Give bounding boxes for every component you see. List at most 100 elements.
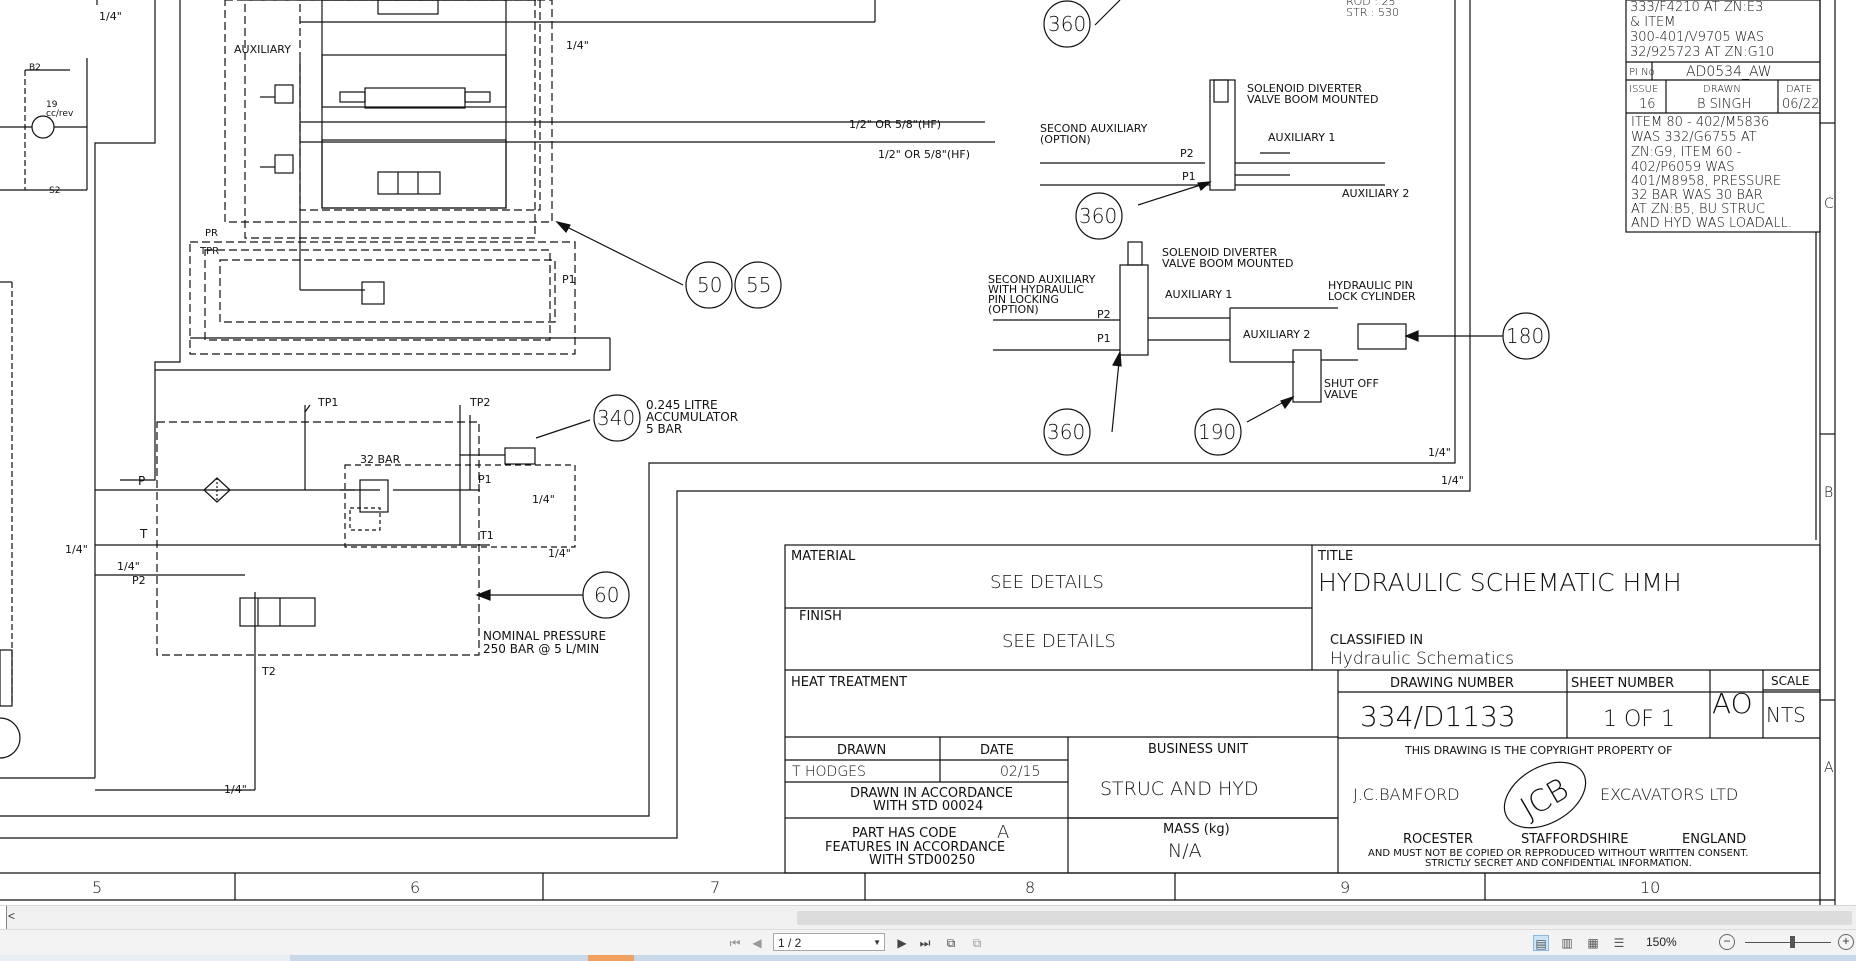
business-unit-label: BUSINESS UNIT	[1148, 742, 1248, 757]
p2-label: P2	[1180, 147, 1194, 160]
rev-body: ZN:G9, ITEM 60 -	[1631, 145, 1742, 160]
sheet-size: AO	[1712, 687, 1753, 720]
issue-value: 16	[1639, 97, 1656, 112]
zoom-level[interactable]: 150%	[1646, 935, 1677, 949]
material-value: SEE DETAILS	[990, 572, 1104, 593]
b2-label: B2	[29, 63, 41, 73]
scroll-edge	[0, 906, 7, 930]
grid-col-5: 5	[92, 878, 102, 897]
zoom-in-icon[interactable]: +	[1838, 934, 1854, 950]
previous-page-icon[interactable]: ◀	[748, 934, 766, 952]
pipe-size-label: 1/4"	[99, 10, 122, 23]
taskbar-item[interactable]	[0, 955, 290, 961]
p1-lower-label: P1	[478, 473, 492, 486]
pi-value: AD0534_AW	[1686, 64, 1772, 80]
balloon-340: 340	[597, 406, 635, 430]
grid-col-6: 6	[410, 878, 420, 897]
drawing-number: 334/D1133	[1360, 700, 1516, 733]
balloon-360: 360	[1047, 420, 1085, 444]
first-page-icon[interactable]: ⏮	[726, 934, 744, 952]
mass-label: MASS (kg)	[1163, 822, 1230, 837]
page-number-value: 1 / 2	[778, 936, 802, 950]
date-value: 02/15	[1000, 764, 1040, 780]
sheet-number: 1 OF 1	[1603, 707, 1675, 732]
drawn-value: T HODGES	[792, 764, 866, 780]
location-rocester: ROCESTER	[1403, 832, 1473, 847]
company-right: EXCAVATORS LTD	[1600, 785, 1738, 804]
next-page-icon[interactable]: ▶	[893, 934, 911, 952]
drawing-number-label: DRAWING NUMBER	[1390, 676, 1514, 691]
str-label: STR : 530	[1346, 6, 1399, 19]
balloon-360: 360	[1079, 204, 1117, 228]
grid-col-7: 7	[710, 878, 720, 897]
location-england: ENGLAND	[1682, 832, 1746, 847]
classified-label: CLASSIFIED IN	[1330, 633, 1423, 648]
grid-row-c: C	[1824, 196, 1834, 212]
date-label: DATE	[980, 743, 1014, 758]
aux2-label: AUXILIARY 2	[1342, 187, 1409, 200]
pipe-quarter-label: 1/4"	[566, 39, 589, 52]
shutoff-label: VALVE	[1324, 388, 1358, 401]
pi-label: PI No	[1629, 67, 1655, 78]
aux2-label: AUXILIARY 2	[1243, 328, 1310, 341]
p-label: P	[138, 474, 145, 488]
scroll-thumb[interactable]	[797, 911, 1852, 925]
grid-col-9: 9	[1340, 878, 1350, 897]
continuous-icon[interactable]: ▥	[1559, 935, 1575, 951]
last-page-icon[interactable]: ⏭	[916, 934, 934, 952]
scroll-left-button[interactable]: <	[8, 909, 15, 923]
nominal-pressure-label: 250 BAR @ 5 L/MIN	[483, 642, 599, 656]
zoom-slider-thumb[interactable]	[1790, 936, 1795, 948]
grid-row-b: B	[1824, 485, 1833, 501]
pipe-quarter-label: 1/4"	[224, 783, 247, 796]
continuous-facing-icon[interactable]: ☰	[1611, 935, 1627, 951]
rev-body: 401/M8958, PRESSURE	[1631, 174, 1781, 189]
zoom-slider[interactable]	[1745, 942, 1831, 943]
taskbar-strip	[0, 955, 1856, 961]
chevron-down-icon[interactable]: ▼	[873, 934, 881, 952]
drawing-canvas[interactable]: 5 6 7 8 9 10 C B A 333/F4210 AT ZN:E3 & …	[0, 0, 1856, 905]
drawn-label: DRAWN	[837, 743, 886, 758]
next-view-icon[interactable]: ⧉	[968, 934, 986, 952]
rev-line: 32/925723 AT ZN:G10	[1630, 45, 1774, 60]
zoom-out-icon[interactable]: −	[1719, 934, 1735, 950]
p1-label: P1	[562, 273, 576, 286]
p2-label: P2	[1097, 308, 1111, 321]
tp1-label: TP1	[317, 396, 338, 409]
std-note: WITH STD 00024	[873, 799, 983, 814]
jcb-logo-text: JCB	[1515, 772, 1575, 827]
finish-value: SEE DETAILS	[1002, 631, 1116, 652]
balloon-55: 55	[746, 273, 771, 297]
balloon-190: 190	[1198, 420, 1236, 444]
scale-label: SCALE	[1771, 674, 1809, 688]
s2-label: S2	[49, 186, 60, 196]
nominal-pressure-label: NOMINAL PRESSURE	[483, 629, 606, 643]
rev-body: AND HYD WAS LOADALL.	[1631, 216, 1792, 231]
horizontal-scrollbar[interactable]: <	[0, 905, 1856, 930]
classified-value: Hydraulic Schematics	[1330, 649, 1514, 669]
flow-unit-label: cc/rev	[46, 109, 74, 119]
pipe-quarter-label: 1/4"	[65, 543, 88, 556]
rev-body: 402/P6059 WAS	[1631, 160, 1735, 175]
title-label: TITLE	[1317, 549, 1353, 564]
p1-label: P1	[1182, 170, 1196, 183]
rev-drawn-value: B SINGH	[1697, 97, 1751, 112]
pin-cylinder-label: LOCK CYLINDER	[1328, 290, 1416, 303]
single-page-icon[interactable]: ▤	[1533, 935, 1549, 951]
pr-label: PR	[205, 228, 218, 239]
viewer-status-bar: ⏮ ◀ 1 / 2 ▼ ▶ ⏭ ⧉ ⧉ ▤ ▥ ▦ ☰ 150% − +	[0, 929, 1856, 956]
previous-view-icon[interactable]: ⧉	[942, 934, 960, 952]
auxiliary-label: AUXILIARY	[234, 43, 291, 56]
second-aux-pin-label: (OPTION)	[988, 303, 1039, 316]
facing-icon[interactable]: ▦	[1585, 935, 1601, 951]
hf-label: 1/2" OR 5/8"(HF)	[849, 118, 941, 131]
rev-body: WAS 332/G6755 AT	[1631, 130, 1757, 145]
secret-notice: STRICTLY SECRET AND CONFIDENTIAL INFORMA…	[1425, 858, 1692, 869]
scale-value: NTS	[1766, 703, 1806, 727]
copyright-note: THIS DRAWING IS THE COPYRIGHT PROPERTY O…	[1404, 744, 1672, 757]
page-number-input[interactable]: 1 / 2 ▼	[773, 933, 885, 951]
rev-line: 300-401/V9705 WAS	[1630, 30, 1764, 45]
issue-label: ISSUE	[1629, 84, 1658, 95]
taskbar-item-active[interactable]	[588, 955, 634, 961]
pipe-quarter-label: 1/4"	[1428, 446, 1451, 459]
